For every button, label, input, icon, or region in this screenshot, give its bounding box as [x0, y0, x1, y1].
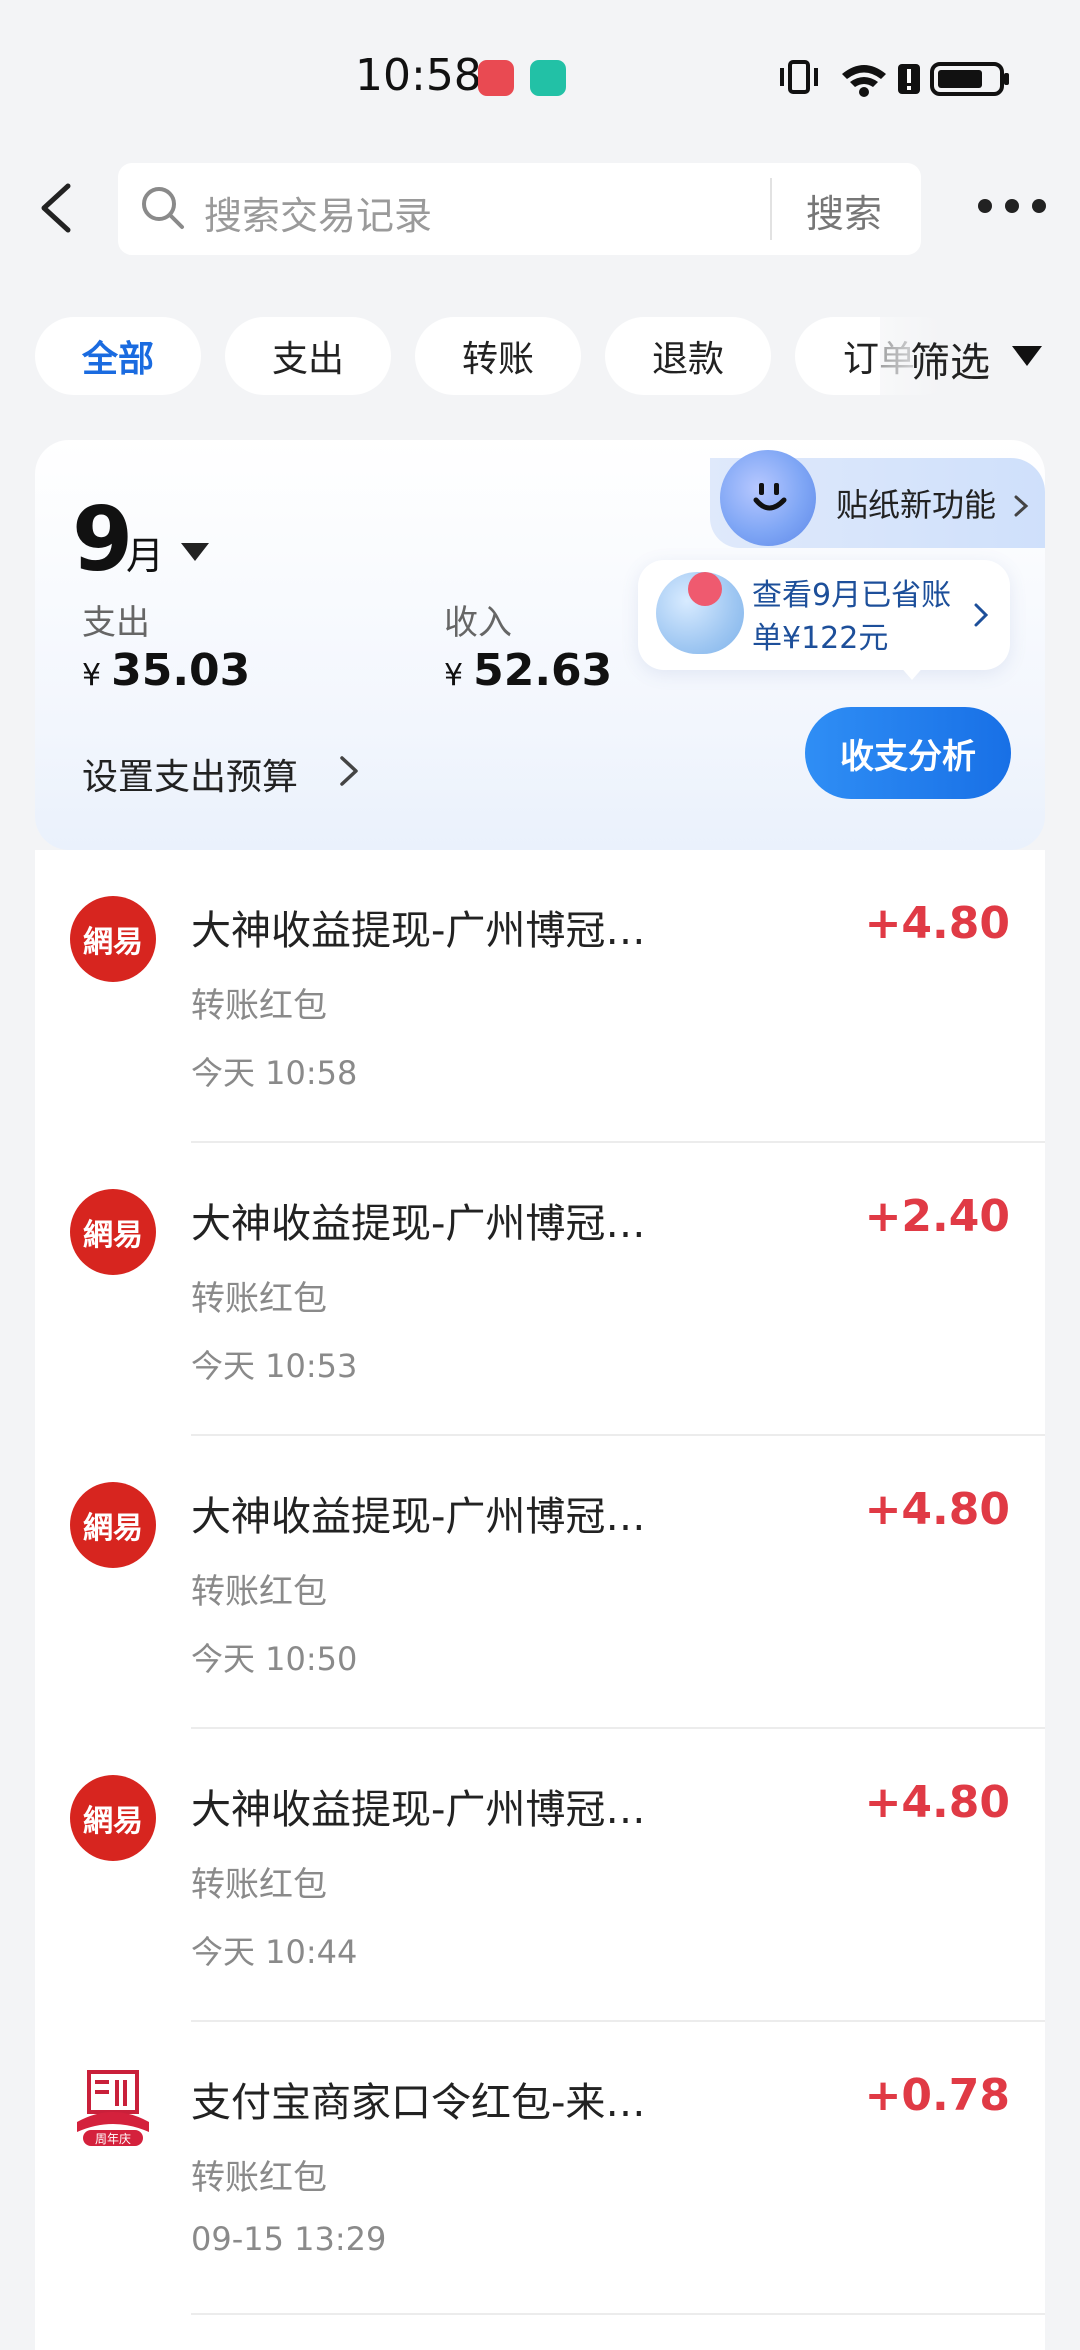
row-divider: [191, 2313, 1045, 2315]
expense-label: 支出: [82, 603, 150, 643]
transaction-category: 转账红包: [191, 2158, 327, 2198]
transaction-row[interactable]: 網易 大神收益提现-广州博冠信息科技有... +4.80 转账红包 今天 10:…: [35, 1436, 1045, 1729]
netease-logo-icon: 網易: [70, 1775, 156, 1861]
chip-expense[interactable]: 支出: [225, 317, 391, 395]
chip-transfer[interactable]: 转账: [415, 317, 581, 395]
caret-down-icon[interactable]: [181, 543, 209, 561]
transaction-title: 大神收益提现-广州博冠信息科技有...: [191, 908, 681, 954]
transaction-row[interactable]: 網易 大神收益提现-广州博冠信息科技有... +2.40 转账红包 今天 10:…: [35, 1143, 1045, 1436]
month-unit: 月: [126, 534, 165, 578]
more-dot-icon: [978, 199, 992, 213]
set-budget-link[interactable]: 设置支出预算: [82, 748, 298, 800]
heart-icon: [688, 572, 722, 606]
transaction-row[interactable]: 網易 大神收益提现-广州博冠信息科技有... +4.80 转账红包 今天 10:…: [35, 850, 1045, 1143]
income-label: 收入: [444, 603, 512, 643]
transaction-time: 今天 10:53: [191, 1347, 358, 1385]
chevron-left-icon: [41, 183, 71, 233]
netease-logo-icon: 網易: [70, 1189, 156, 1275]
month-value[interactable]: 9: [72, 488, 133, 591]
currency-symbol: ¥: [444, 658, 464, 693]
transaction-title: 支付宝商家口令红包-来自中免日上: [191, 2080, 681, 2126]
search-button[interactable]: 搜索: [806, 183, 882, 238]
transaction-amount: +4.80: [864, 898, 1010, 949]
netease-logo-icon: 網易: [70, 1482, 156, 1568]
more-dot-icon: [1005, 199, 1019, 213]
transaction-title: 大神收益提现-广州博冠信息科技有...: [191, 1787, 681, 1833]
transaction-category: 转账红包: [191, 986, 327, 1026]
huawei-app-icon: [478, 60, 514, 96]
vibrate-icon: [780, 60, 818, 94]
search-icon: [140, 185, 186, 231]
netease-logo-icon: 網易: [70, 896, 156, 982]
chevron-right-icon: [330, 752, 368, 790]
chevron-right-icon: [1014, 495, 1029, 517]
alert-icon: [898, 64, 920, 94]
transaction-category: 转账红包: [191, 1572, 327, 1612]
currency-symbol: ¥: [82, 658, 102, 693]
income-value: ¥52.63: [444, 645, 612, 696]
transaction-row[interactable]: 周年庆 支付宝商家口令红包-来自中免日上 +0.78 转账红包 09-15 13…: [35, 2022, 1045, 2315]
status-icons: [780, 52, 1020, 111]
caret-down-icon: [1012, 346, 1042, 366]
income-expense-analysis-button[interactable]: 收支分析: [805, 707, 1011, 799]
transaction-amount: +4.80: [864, 1484, 1010, 1535]
transaction-title: 大神收益提现-广州博冠信息科技有...: [191, 1494, 681, 1540]
search-input[interactable]: 搜索交易记录: [204, 185, 432, 240]
smile-face-icon: [750, 478, 790, 528]
chevron-right-icon: [966, 600, 996, 630]
shield-app-icon: [530, 60, 566, 96]
back-button[interactable]: [30, 178, 90, 238]
transaction-time: 今天 10:50: [191, 1640, 358, 1678]
transaction-time: 09-15 13:29: [191, 2220, 387, 2258]
transaction-row[interactable]: 網易 大神收益提现-广州博冠信息科技有... +4.80 转账红包 今天 10:…: [35, 1729, 1045, 2022]
expense-value: ¥35.03: [82, 645, 250, 696]
transaction-time: 今天 10:44: [191, 1933, 358, 1971]
wifi-icon: [842, 65, 886, 97]
more-options-button[interactable]: [978, 196, 1048, 222]
status-time: 10:58: [355, 50, 482, 101]
transaction-amount: +2.40: [864, 1191, 1010, 1242]
tip-tail: [898, 664, 926, 680]
transaction-amount: +0.78: [864, 2070, 1010, 2121]
income-amount: 52.63: [473, 645, 613, 696]
transaction-amount: +4.80: [864, 1777, 1010, 1828]
chip-all[interactable]: 全部: [35, 317, 201, 395]
more-dot-icon: [1032, 199, 1046, 213]
dutyfree-logo-text: 周年庆: [95, 2132, 131, 2146]
sticker-new-feature-link[interactable]: 贴纸新功能: [836, 480, 1032, 526]
search-divider: [770, 178, 772, 240]
chip-refund[interactable]: 退款: [605, 317, 771, 395]
transaction-title: 大神收益提现-广州博冠信息科技有...: [191, 1201, 681, 1247]
transaction-category: 转账红包: [191, 1865, 327, 1905]
sticker-label: 贴纸新功能: [836, 486, 997, 524]
battery-icon: [930, 62, 1009, 96]
savings-tip-text: 查看9月已省账单¥122元: [752, 578, 952, 656]
transaction-time: 今天 10:58: [191, 1054, 358, 1092]
filter-button[interactable]: 筛选: [910, 330, 990, 388]
transaction-category: 转账红包: [191, 1279, 327, 1319]
expense-amount: 35.03: [111, 645, 251, 696]
dutyfree-logo-icon: 周年庆: [73, 2064, 153, 2150]
status-icons-svg: [780, 60, 1009, 97]
